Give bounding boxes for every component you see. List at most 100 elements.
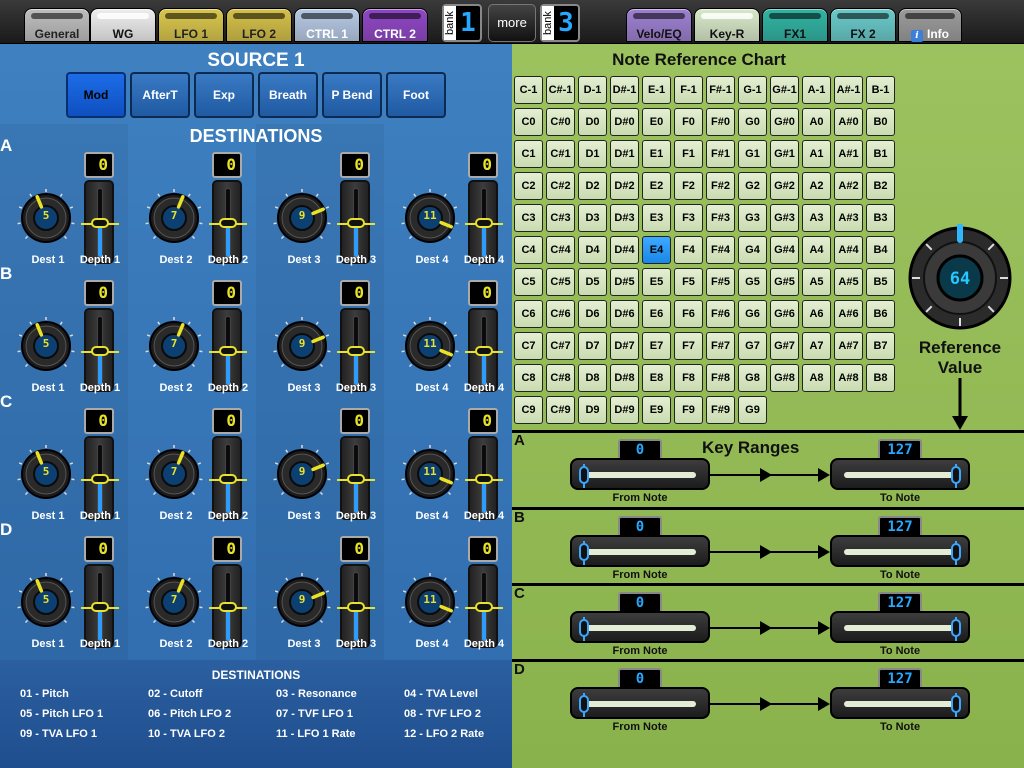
tab-wg[interactable]: WG bbox=[90, 8, 156, 42]
note-cell[interactable]: F-1 bbox=[674, 76, 703, 104]
note-cell[interactable]: B3 bbox=[866, 204, 895, 232]
note-cell[interactable]: D7 bbox=[578, 332, 607, 360]
dest-knob[interactable]: 7 bbox=[144, 188, 204, 248]
note-cell[interactable]: D5 bbox=[578, 268, 607, 296]
dest-knob[interactable]: 11 bbox=[400, 572, 460, 632]
note-cell[interactable]: E-1 bbox=[642, 76, 671, 104]
slider-handle[interactable] bbox=[91, 346, 109, 356]
note-cell[interactable]: E8 bbox=[642, 364, 671, 392]
tab-info[interactable]: i Info bbox=[898, 8, 962, 42]
note-cell[interactable]: F8 bbox=[674, 364, 703, 392]
note-cell[interactable]: B7 bbox=[866, 332, 895, 360]
note-cell[interactable]: D6 bbox=[578, 300, 607, 328]
from-note-slider[interactable] bbox=[570, 687, 710, 719]
note-cell[interactable]: F0 bbox=[674, 108, 703, 136]
note-cell[interactable]: C1 bbox=[514, 140, 543, 168]
to-note-slider[interactable] bbox=[830, 687, 970, 719]
note-cell[interactable]: A#6 bbox=[834, 300, 863, 328]
dest-knob[interactable]: 5 bbox=[16, 444, 76, 504]
tab-lfo-1[interactable]: LFO 1 bbox=[158, 8, 224, 42]
depth-slider[interactable] bbox=[81, 436, 119, 520]
source-button-breath[interactable]: Breath bbox=[258, 72, 318, 118]
note-cell[interactable]: F#2 bbox=[706, 172, 735, 200]
note-cell[interactable]: C#9 bbox=[546, 396, 575, 424]
note-cell[interactable]: C9 bbox=[514, 396, 543, 424]
from-note-slider[interactable] bbox=[570, 535, 710, 567]
depth-slider[interactable] bbox=[209, 436, 247, 520]
slider-handle[interactable] bbox=[579, 695, 589, 713]
dest-knob[interactable]: 7 bbox=[144, 316, 204, 376]
tab-general[interactable]: General bbox=[24, 8, 90, 42]
dest-knob[interactable]: 7 bbox=[144, 444, 204, 504]
note-cell[interactable]: D#0 bbox=[610, 108, 639, 136]
note-cell[interactable]: D1 bbox=[578, 140, 607, 168]
note-cell[interactable]: F5 bbox=[674, 268, 703, 296]
note-cell[interactable]: A#-1 bbox=[834, 76, 863, 104]
note-cell[interactable]: D#5 bbox=[610, 268, 639, 296]
slider-handle[interactable] bbox=[475, 346, 493, 356]
note-cell[interactable]: F#0 bbox=[706, 108, 735, 136]
note-cell[interactable]: F#3 bbox=[706, 204, 735, 232]
slider-handle[interactable] bbox=[347, 346, 365, 356]
note-cell[interactable]: D4 bbox=[578, 236, 607, 264]
note-cell[interactable]: D2 bbox=[578, 172, 607, 200]
slider-handle[interactable] bbox=[475, 474, 493, 484]
note-cell[interactable]: D-1 bbox=[578, 76, 607, 104]
note-cell[interactable]: F1 bbox=[674, 140, 703, 168]
slider-handle[interactable] bbox=[347, 602, 365, 612]
note-cell[interactable]: A#7 bbox=[834, 332, 863, 360]
to-note-slider[interactable] bbox=[830, 535, 970, 567]
note-cell[interactable]: A6 bbox=[802, 300, 831, 328]
note-cell[interactable]: E9 bbox=[642, 396, 671, 424]
slider-handle[interactable] bbox=[91, 602, 109, 612]
note-cell[interactable]: A#3 bbox=[834, 204, 863, 232]
dest-knob[interactable]: 11 bbox=[400, 316, 460, 376]
note-cell[interactable]: F#4 bbox=[706, 236, 735, 264]
note-cell[interactable]: F#6 bbox=[706, 300, 735, 328]
note-cell[interactable]: E3 bbox=[642, 204, 671, 232]
note-cell[interactable]: A#8 bbox=[834, 364, 863, 392]
note-cell[interactable]: A3 bbox=[802, 204, 831, 232]
tab-lfo-2[interactable]: LFO 2 bbox=[226, 8, 292, 42]
note-cell[interactable]: A#4 bbox=[834, 236, 863, 264]
bank-1-indicator[interactable]: bank 1 bbox=[442, 4, 482, 42]
note-cell[interactable]: E1 bbox=[642, 140, 671, 168]
dest-knob[interactable]: 9 bbox=[272, 316, 332, 376]
depth-slider[interactable] bbox=[465, 180, 503, 264]
note-cell[interactable]: A#0 bbox=[834, 108, 863, 136]
depth-slider[interactable] bbox=[465, 564, 503, 648]
note-cell[interactable]: G9 bbox=[738, 396, 767, 424]
note-cell[interactable]: C#-1 bbox=[546, 76, 575, 104]
note-cell[interactable]: C#0 bbox=[546, 108, 575, 136]
note-cell[interactable]: G#3 bbox=[770, 204, 799, 232]
note-cell[interactable]: G#0 bbox=[770, 108, 799, 136]
note-cell[interactable]: E2 bbox=[642, 172, 671, 200]
slider-handle[interactable] bbox=[219, 346, 237, 356]
note-cell[interactable]: D#4 bbox=[610, 236, 639, 264]
note-cell[interactable]: E6 bbox=[642, 300, 671, 328]
depth-slider[interactable] bbox=[209, 564, 247, 648]
note-cell[interactable]: F9 bbox=[674, 396, 703, 424]
from-note-slider[interactable] bbox=[570, 611, 710, 643]
slider-handle[interactable] bbox=[219, 602, 237, 612]
source-button-aftert[interactable]: AfterT bbox=[130, 72, 190, 118]
note-cell[interactable]: B-1 bbox=[866, 76, 895, 104]
source-button-foot[interactable]: Foot bbox=[386, 72, 446, 118]
note-cell[interactable]: F#9 bbox=[706, 396, 735, 424]
note-cell[interactable]: A4 bbox=[802, 236, 831, 264]
note-cell[interactable]: E5 bbox=[642, 268, 671, 296]
note-cell[interactable]: B6 bbox=[866, 300, 895, 328]
note-cell[interactable]: D#7 bbox=[610, 332, 639, 360]
depth-slider[interactable] bbox=[337, 180, 375, 264]
slider-handle[interactable] bbox=[475, 218, 493, 228]
note-cell[interactable]: B0 bbox=[866, 108, 895, 136]
note-cell[interactable]: D3 bbox=[578, 204, 607, 232]
note-cell[interactable]: D#-1 bbox=[610, 76, 639, 104]
depth-slider[interactable] bbox=[81, 564, 119, 648]
note-cell[interactable]: G5 bbox=[738, 268, 767, 296]
note-cell[interactable]: E4 bbox=[642, 236, 671, 264]
note-cell[interactable]: C6 bbox=[514, 300, 543, 328]
note-cell[interactable]: B1 bbox=[866, 140, 895, 168]
note-cell[interactable]: C7 bbox=[514, 332, 543, 360]
more-button[interactable]: more bbox=[488, 4, 536, 42]
